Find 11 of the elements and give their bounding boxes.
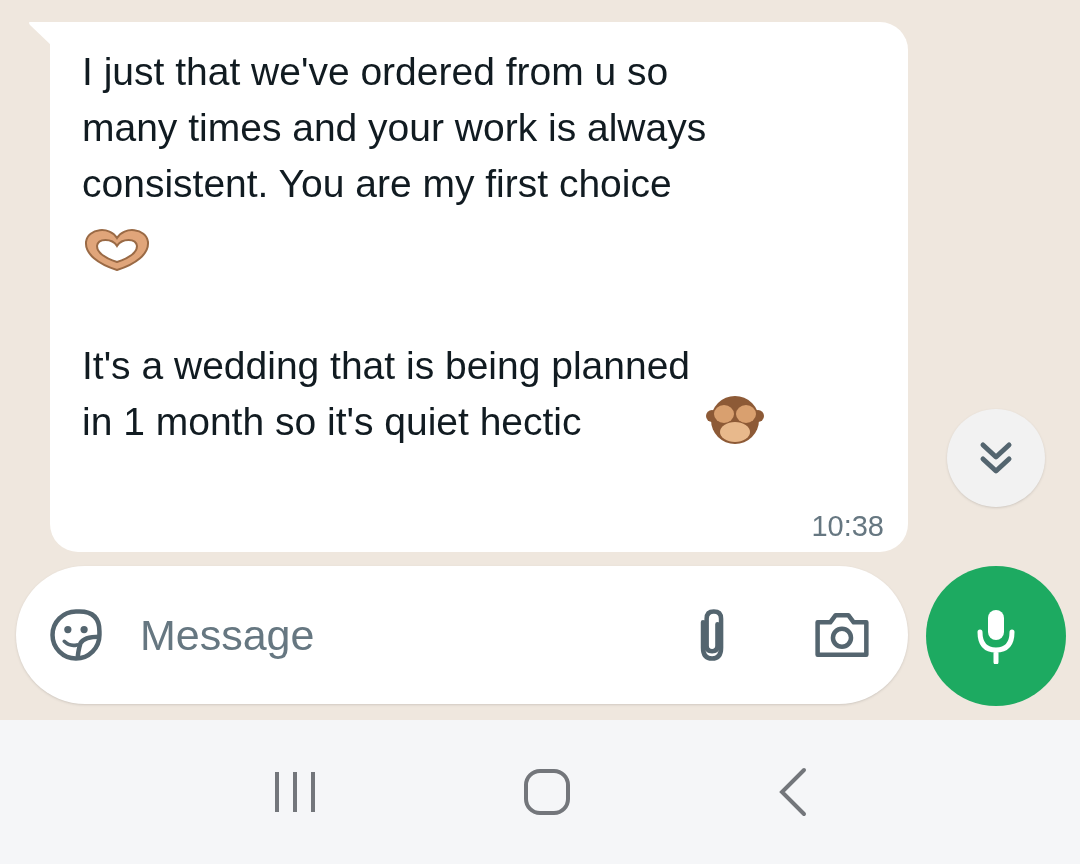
back-icon[interactable] — [777, 767, 807, 817]
home-icon[interactable] — [523, 768, 571, 816]
microphone-icon — [977, 608, 1015, 664]
message-field[interactable]: Message — [16, 566, 908, 704]
recent-apps-icon[interactable] — [273, 770, 317, 814]
message-text: It's a wedding that is being planned in 1 month so it's quiet hectic — [82, 343, 691, 445]
message-input[interactable]: Message — [139, 602, 694, 668]
message-text: I just that we've ordered from u so many times and your work is always consistent. You are my first choice — [82, 49, 708, 207]
double-chevron-down-icon — [979, 440, 1013, 476]
heart-hands-icon — [82, 226, 152, 272]
message-time: 10:38 — [811, 508, 884, 544]
